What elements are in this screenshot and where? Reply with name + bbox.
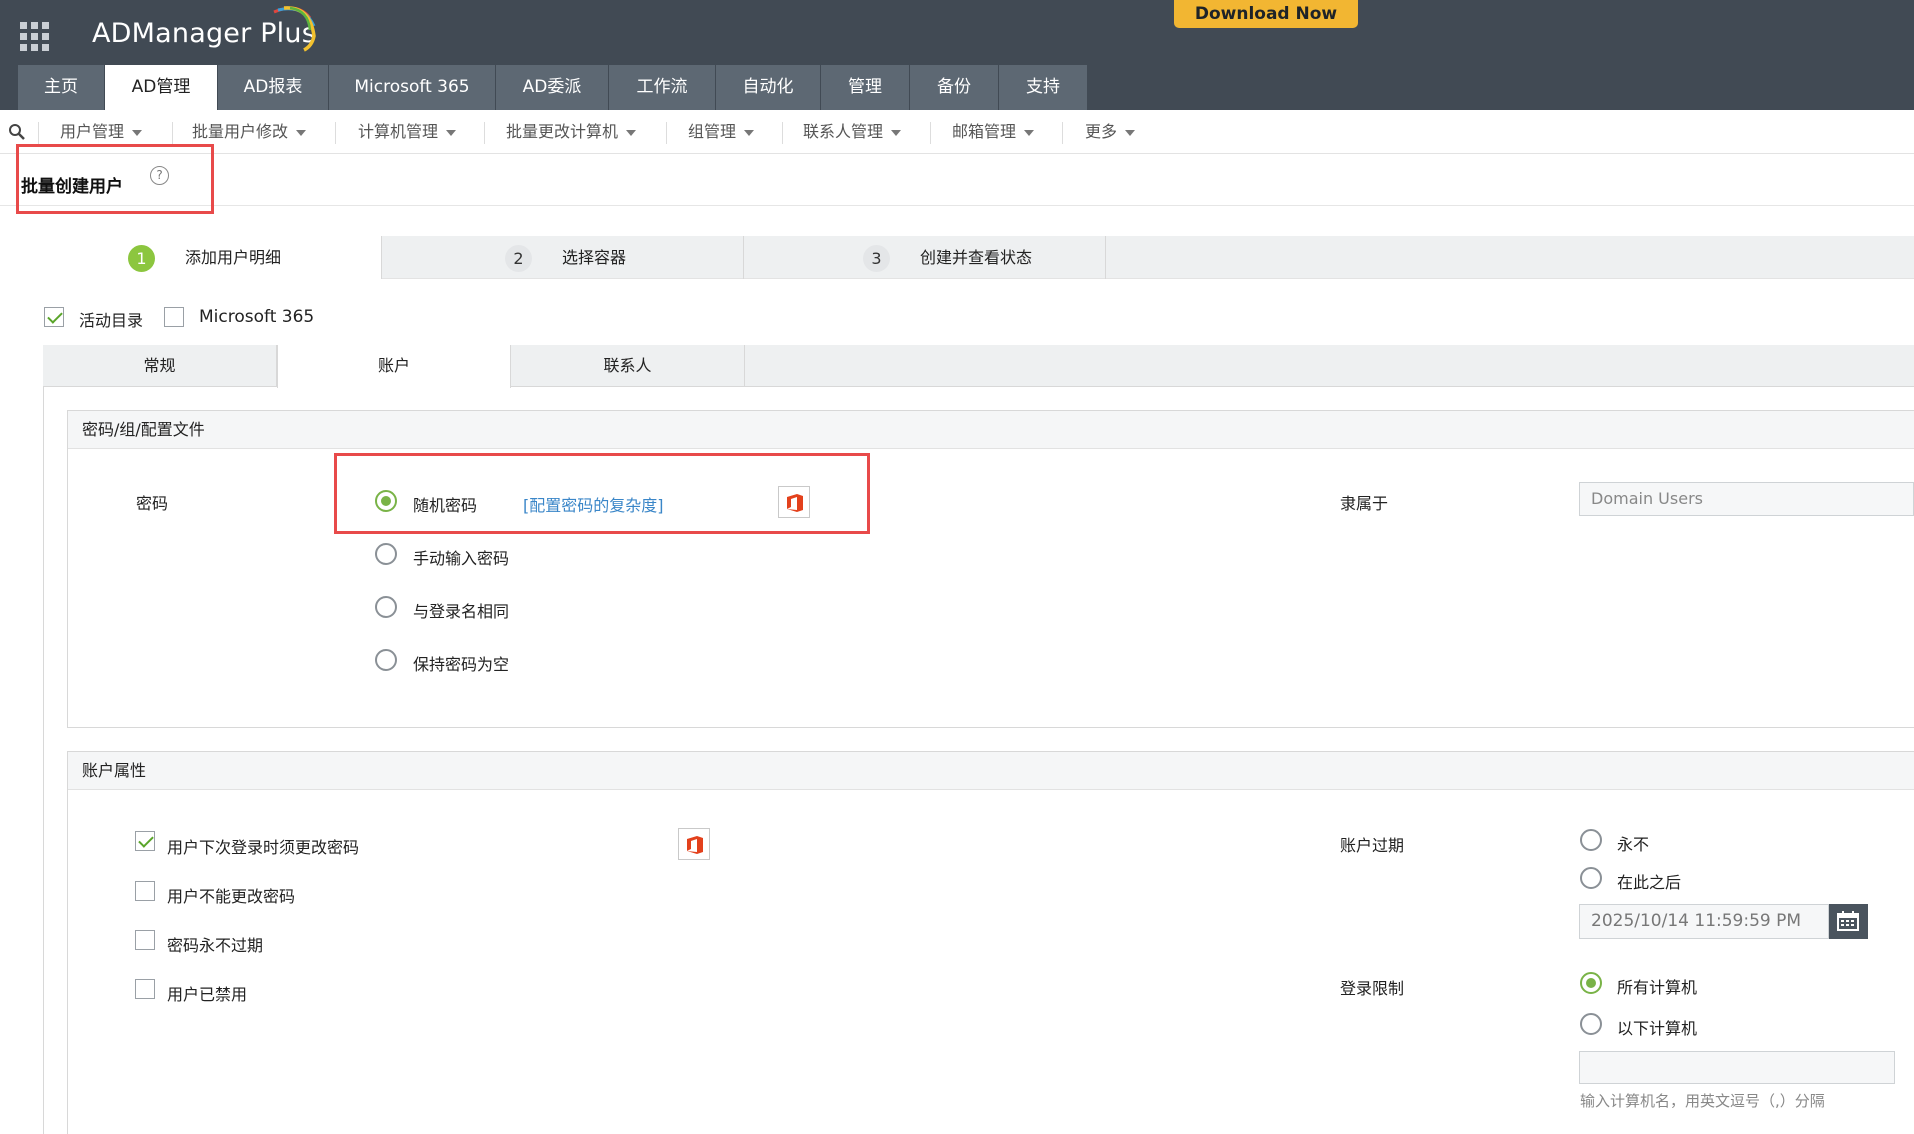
wizard-step-1[interactable]: 1 添加用户明细	[20, 236, 381, 279]
nav-tab-ad-reports[interactable]: AD报表	[218, 65, 328, 110]
password-never-expires-checkbox[interactable]	[135, 930, 155, 950]
member-of-label: 隶属于	[1340, 494, 1389, 513]
chevron-down-icon	[1125, 129, 1136, 136]
chevron-down-icon	[891, 129, 902, 136]
nav-tab-workflow[interactable]: 工作流	[609, 65, 715, 110]
highlight-box-password	[334, 453, 870, 534]
nav-tab-support[interactable]: 支持	[999, 65, 1087, 110]
nav-tab-ad-management[interactable]: AD管理	[105, 65, 217, 110]
section-header: 密码/组/配置文件	[68, 411, 1914, 449]
calendar-icon	[1837, 911, 1859, 931]
app-grid-icon[interactable]	[20, 22, 50, 52]
cannot-change-password-checkbox[interactable]	[135, 881, 155, 901]
step-label: 选择容器	[562, 248, 627, 267]
must-change-password-label: 用户下次登录时须更改密码	[167, 838, 360, 857]
office-icon	[687, 836, 703, 854]
submenu-group-management[interactable]: 组管理	[688, 110, 755, 154]
nav-tab-backup[interactable]: 备份	[910, 65, 998, 110]
same-as-login-label: 与登录名相同	[413, 602, 510, 621]
all-computers-label: 所有计算机	[1617, 978, 1698, 997]
highlight-box-title	[16, 144, 214, 214]
logon-restriction-label: 登录限制	[1340, 979, 1405, 998]
active-directory-label: 活动目录	[79, 311, 144, 330]
tab-account[interactable]: 账户	[277, 345, 511, 388]
nav-tab-ad-delegation[interactable]: AD委派	[496, 65, 608, 110]
expiry-date-field[interactable]: 2025/10/14 11:59:59 PM	[1579, 904, 1829, 939]
all-computers-radio[interactable]	[1580, 972, 1602, 994]
calendar-button[interactable]	[1829, 904, 1868, 939]
expiry-never-label: 永不	[1617, 835, 1650, 854]
active-directory-checkbox[interactable]	[44, 307, 64, 327]
submenu-mailbox-management[interactable]: 邮箱管理	[952, 110, 1035, 154]
member-of-field[interactable]: Domain Users	[1579, 482, 1914, 516]
step-number: 3	[863, 245, 890, 272]
must-change-password-checkbox[interactable]	[135, 831, 155, 851]
nav-tab-automation[interactable]: 自动化	[716, 65, 820, 110]
submenu-bulk-computer-modify[interactable]: 批量更改计算机	[506, 110, 637, 154]
expiry-after-radio[interactable]	[1580, 867, 1602, 889]
search-icon[interactable]	[8, 123, 26, 141]
expiry-never-radio[interactable]	[1580, 829, 1602, 851]
chevron-down-icon	[132, 129, 143, 136]
empty-password-radio[interactable]	[375, 649, 397, 671]
nav-tab-home[interactable]: 主页	[18, 65, 104, 110]
app-header: ADManager Plus Download Now 主页 AD管理 AD报表…	[0, 0, 1914, 110]
following-computers-label: 以下计算机	[1617, 1019, 1698, 1038]
user-disabled-label: 用户已禁用	[167, 985, 248, 1004]
step-label: 添加用户明细	[185, 248, 282, 267]
wizard-step-3[interactable]: 3 创建并查看状态	[744, 236, 1105, 279]
chevron-down-icon	[744, 129, 755, 136]
nav-tab-microsoft365[interactable]: Microsoft 365	[329, 65, 495, 110]
account-expiry-label: 账户过期	[1340, 836, 1405, 855]
tab-general[interactable]: 常规	[43, 345, 277, 387]
inner-tabs: 常规 账户 联系人	[43, 345, 1914, 388]
microsoft365-checkbox[interactable]	[164, 307, 184, 327]
nav-tab-admin[interactable]: 管理	[821, 65, 909, 110]
expiry-after-label: 在此之后	[1617, 873, 1682, 892]
computer-names-hint: 输入计算机名，用英文逗号（,）分隔	[1580, 1092, 1825, 1110]
cannot-change-password-label: 用户不能更改密码	[167, 887, 296, 906]
chevron-down-icon	[1024, 129, 1035, 136]
password-label: 密码	[136, 494, 169, 513]
chevron-down-icon	[296, 129, 307, 136]
download-now-button[interactable]: Download Now	[1174, 0, 1358, 28]
tab-contact[interactable]: 联系人	[511, 345, 745, 387]
manual-password-radio[interactable]	[375, 543, 397, 565]
step-number: 1	[128, 245, 155, 272]
manual-password-label: 手动输入密码	[413, 549, 510, 568]
submenu-more[interactable]: 更多	[1085, 110, 1136, 154]
main-nav: 主页 AD管理 AD报表 Microsoft 365 AD委派 工作流 自动化 …	[18, 65, 1088, 110]
same-as-login-radio[interactable]	[375, 596, 397, 618]
section-header: 账户属性	[68, 752, 1914, 790]
office365-settings-button-2[interactable]	[678, 828, 710, 860]
submenu-computer-management[interactable]: 计算机管理	[358, 110, 457, 154]
step-label: 创建并查看状态	[920, 248, 1033, 267]
chevron-down-icon	[626, 129, 637, 136]
wizard-steps: 1 添加用户明细 2 选择容器 3 创建并查看状态	[20, 236, 1914, 279]
submenu-contact-management[interactable]: 联系人管理	[803, 110, 902, 154]
following-computers-radio[interactable]	[1580, 1013, 1602, 1035]
logo-arc-icon	[273, 6, 316, 52]
empty-password-label: 保持密码为空	[413, 655, 510, 674]
computer-names-input[interactable]	[1579, 1051, 1895, 1084]
step-number: 2	[505, 245, 532, 272]
sub-menu-bar: 用户管理 批量用户修改 计算机管理 批量更改计算机 组管理 联系人管理 邮箱管理…	[0, 110, 1914, 154]
chevron-down-icon	[446, 129, 457, 136]
wizard-step-2[interactable]: 2 选择容器	[382, 236, 743, 279]
user-disabled-checkbox[interactable]	[135, 979, 155, 999]
microsoft365-label: Microsoft 365	[199, 307, 315, 327]
password-never-expires-label: 密码永不过期	[167, 936, 264, 955]
